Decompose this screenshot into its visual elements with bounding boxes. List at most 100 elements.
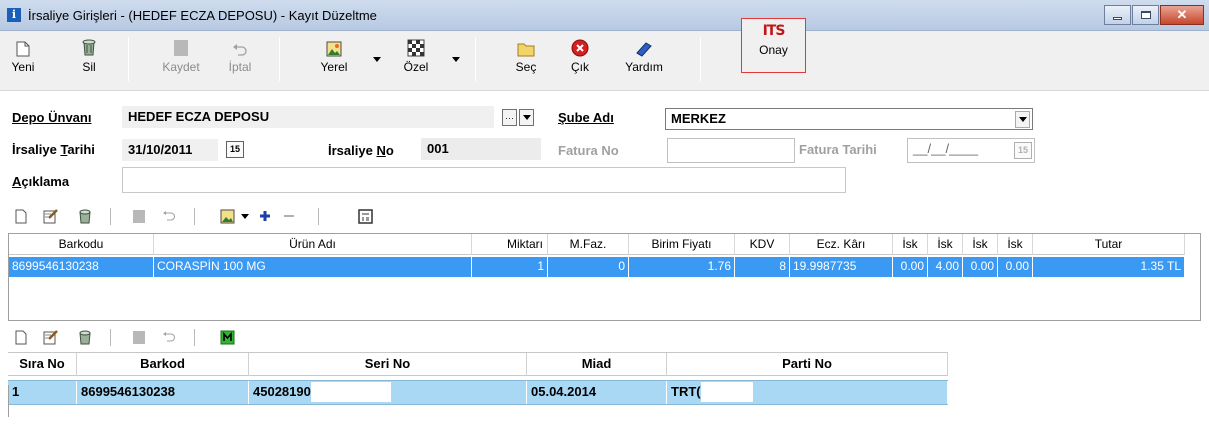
cell-expiry-date[interactable]: 05.04.2014 xyxy=(527,381,667,404)
cell-pharmacy-margin[interactable]: 19.9987735 xyxy=(790,257,893,277)
cell-discount-4[interactable]: 0.00 xyxy=(998,257,1033,277)
cell-total[interactable]: 1.35 TL xyxy=(1033,257,1185,277)
toolbar-separator xyxy=(194,208,195,225)
column-header[interactable]: İsk xyxy=(893,234,928,255)
undo-icon[interactable] xyxy=(160,328,178,346)
items-grid[interactable]: Barkodu Ürün Adı Miktarı M.Faz. Birim Fi… xyxy=(8,233,1201,321)
undo-icon xyxy=(232,31,248,57)
save-icon[interactable] xyxy=(130,328,148,346)
cell-quantity[interactable]: 1 xyxy=(472,257,548,277)
calculator-icon[interactable] xyxy=(356,207,374,225)
cell-free-quantity[interactable]: 0 xyxy=(548,257,629,277)
chevron-down-icon[interactable] xyxy=(240,207,250,225)
new-icon[interactable] xyxy=(12,328,30,346)
its-approve-label: Onay xyxy=(759,43,788,57)
description-field[interactable] xyxy=(122,167,846,193)
column-header[interactable]: İsk xyxy=(928,234,963,255)
column-header[interactable]: Parti No xyxy=(667,353,948,376)
calendar-icon[interactable]: 15 xyxy=(226,141,244,158)
new-document-icon xyxy=(16,31,30,57)
title-bar: i İrsaliye Girişleri - (HEDEF ECZA DEPOS… xyxy=(0,0,1209,31)
edit-icon[interactable] xyxy=(42,207,60,225)
depot-field[interactable]: HEDEF ECZA DEPOSU xyxy=(122,106,494,128)
undo-icon[interactable] xyxy=(160,207,178,225)
maximize-button[interactable] xyxy=(1132,5,1159,25)
new-label: Yeni xyxy=(11,60,35,74)
cell-discount-3[interactable]: 0.00 xyxy=(963,257,998,277)
trash-icon[interactable] xyxy=(76,207,94,225)
description-label-part: çıklama xyxy=(21,174,70,189)
help-button[interactable]: Yardım xyxy=(620,31,668,89)
its-approve-button[interactable]: ITS Onay xyxy=(741,18,806,73)
branch-dropdown-button[interactable] xyxy=(1015,111,1030,128)
trash-icon[interactable] xyxy=(76,328,94,346)
local-report-button[interactable]: Yerel xyxy=(312,31,356,89)
save-icon[interactable] xyxy=(130,207,148,225)
serial-no-text: 45028190 xyxy=(253,384,311,399)
column-header[interactable]: Ürün Adı xyxy=(154,234,472,255)
serial-grid[interactable]: Sıra No Barkod Seri No Miad Parti No 1 8… xyxy=(8,352,948,405)
depot-dropdown-button[interactable] xyxy=(519,109,534,126)
waybill-date-field[interactable]: 31/10/2011 xyxy=(122,139,218,161)
cell-lot-no[interactable]: TRT( xyxy=(667,381,948,404)
m-green-icon[interactable] xyxy=(218,328,236,346)
column-header[interactable]: KDV xyxy=(735,234,790,255)
column-header[interactable]: Barkod xyxy=(77,353,249,376)
branch-select[interactable]: MERKEZ xyxy=(665,108,1033,130)
minimize-button[interactable] xyxy=(1104,5,1131,25)
description-label: Açıklama xyxy=(12,174,69,189)
select-label: Seç xyxy=(515,60,537,74)
delete-button[interactable]: Sil xyxy=(72,31,106,89)
table-row[interactable]: 8699546130238 CORASPİN 100 MG 1 0 1.76 8… xyxy=(9,257,1185,277)
save-button[interactable]: Kaydet xyxy=(156,31,206,89)
cell-unit-price[interactable]: 1.76 xyxy=(629,257,735,277)
custom-report-button[interactable]: Özel xyxy=(396,31,436,89)
picture-icon[interactable] xyxy=(218,207,236,225)
close-window-button[interactable]: ✕ xyxy=(1160,5,1204,25)
column-header[interactable]: Barkodu xyxy=(9,234,154,255)
cell-discount-2[interactable]: 4.00 xyxy=(928,257,963,277)
column-header[interactable]: Miad xyxy=(527,353,667,376)
cell-discount-1[interactable]: 0.00 xyxy=(893,257,928,277)
column-header[interactable]: Birim Fiyatı xyxy=(629,234,735,255)
help-book-icon xyxy=(635,31,653,57)
custom-dropdown-arrow[interactable] xyxy=(452,57,460,62)
cancel-button[interactable]: İptal xyxy=(220,31,260,89)
plus-icon[interactable] xyxy=(256,207,274,225)
minus-icon[interactable] xyxy=(280,207,298,225)
column-header[interactable]: Ecz. Kârı xyxy=(790,234,893,255)
picture-icon xyxy=(326,31,342,57)
cell-product-name[interactable]: CORASPİN 100 MG xyxy=(154,257,472,277)
cell-serial-no[interactable]: 45028190 xyxy=(249,381,527,404)
column-header[interactable]: Sıra No xyxy=(8,353,77,376)
column-header[interactable]: İsk xyxy=(998,234,1033,255)
edit-icon[interactable] xyxy=(42,328,60,346)
local-dropdown-arrow[interactable] xyxy=(373,57,381,62)
column-header[interactable]: M.Faz. xyxy=(548,234,629,255)
toolbar-separator xyxy=(700,37,701,81)
invoice-no-field[interactable] xyxy=(667,138,795,163)
waybill-no-field[interactable]: 001 xyxy=(421,138,541,160)
waybill-no-label: İrsaliye No xyxy=(328,143,394,158)
cell-barcode[interactable]: 8699546130238 xyxy=(77,381,249,404)
column-header[interactable]: Tutar xyxy=(1033,234,1185,255)
cell-barcode[interactable]: 8699546130238 xyxy=(9,257,154,277)
waybill-date-label-part: arihi xyxy=(67,142,95,157)
depot-lookup-button[interactable]: ··· xyxy=(502,109,517,126)
minimize-icon xyxy=(1113,16,1122,20)
ellipsis-icon: ··· xyxy=(505,112,514,123)
new-button[interactable]: Yeni xyxy=(6,31,40,89)
column-header[interactable]: İsk xyxy=(963,234,998,255)
exit-button[interactable]: Çık xyxy=(563,31,597,89)
column-header[interactable]: Seri No xyxy=(249,353,527,376)
select-button[interactable]: Seç xyxy=(508,31,544,89)
cell-vat[interactable]: 8 xyxy=(735,257,790,277)
table-row[interactable]: 1 8699546130238 45028190 05.04.2014 TRT( xyxy=(8,380,948,405)
close-circle-icon xyxy=(571,31,589,57)
calendar-icon[interactable]: 15 xyxy=(1014,142,1032,159)
cell-sequence-no[interactable]: 1 xyxy=(8,381,77,404)
column-header[interactable]: Miktarı xyxy=(472,234,548,255)
new-icon[interactable] xyxy=(12,207,30,225)
cancel-label: İptal xyxy=(228,60,252,74)
exit-label: Çık xyxy=(571,60,589,74)
